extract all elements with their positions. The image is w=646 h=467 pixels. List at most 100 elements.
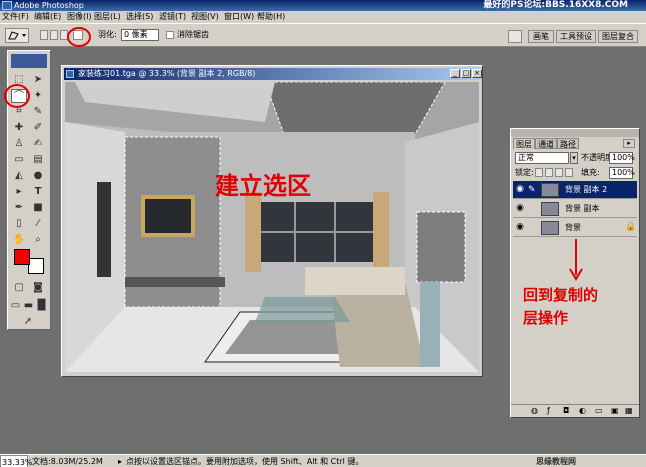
dodge-tool-icon[interactable]: ● — [30, 169, 46, 183]
trash-icon[interactable]: ▦ — [625, 406, 633, 415]
file-browser-icon[interactable] — [508, 30, 522, 43]
clone-stamp-icon[interactable]: ♙ — [11, 137, 27, 151]
shape-tool-icon[interactable]: ■ — [30, 201, 46, 215]
arrow-annotation — [569, 239, 583, 281]
lock-pixels-icon[interactable] — [545, 168, 553, 177]
screen-mode-full-menu-icon[interactable]: ▬ — [22, 299, 35, 313]
polygonal-lasso-icon — [8, 31, 26, 40]
tab-layers[interactable]: 图层 — [513, 138, 535, 149]
layer-thumbnail — [541, 202, 559, 216]
magic-wand-icon[interactable]: ✦ — [30, 89, 46, 103]
menu-image[interactable]: 图像(I) — [67, 11, 92, 23]
foreground-color-swatch[interactable] — [14, 249, 30, 265]
eye-icon[interactable]: ◉ — [515, 222, 525, 233]
layer-style-icon[interactable]: ƒ — [547, 406, 550, 415]
hand-tool-icon[interactable]: ✋ — [11, 233, 27, 247]
tab-layer-comps[interactable]: 图层复合 — [598, 30, 638, 43]
minimize-button[interactable]: _ — [450, 69, 460, 78]
adobe-online-icon[interactable] — [11, 54, 47, 68]
menu-view[interactable]: 视图(V) — [191, 11, 219, 23]
app-title: Adobe Photoshop — [14, 1, 84, 10]
layers-panel: 图层 通道 路径 ▸ 正常 ▾ 不透明度: 100% 锁定: 填充: 100% … — [510, 128, 640, 418]
new-group-icon[interactable]: ▭ — [595, 406, 603, 415]
image-canvas[interactable]: 建立选区 — [65, 82, 479, 372]
history-brush-icon[interactable]: ✍ — [30, 137, 46, 151]
crop-tool-icon[interactable]: ⌗ — [11, 105, 27, 119]
layer-annotation-line1: 回到复制的 — [523, 286, 599, 304]
fill-input[interactable]: 100% — [609, 167, 635, 179]
pen-tool-icon[interactable]: ✒ — [11, 201, 27, 215]
menu-edit[interactable]: 编辑(E) — [34, 11, 61, 23]
lock-position-icon[interactable] — [555, 168, 563, 177]
feather-input[interactable]: 0 像素 — [121, 29, 159, 41]
blur-tool-icon[interactable]: ◭ — [11, 169, 27, 183]
move-tool-icon[interactable]: ➤ — [30, 73, 46, 87]
eye-icon[interactable]: ◉ — [515, 203, 525, 214]
notes-tool-icon[interactable]: ▯ — [11, 217, 27, 231]
zoom-tool-icon[interactable]: ⌕ — [30, 233, 46, 247]
layer-mask-icon[interactable]: ◘ — [563, 406, 569, 415]
layer-name: 背景 — [565, 223, 581, 232]
lock-transparency-icon[interactable] — [535, 168, 543, 177]
healing-brush-icon[interactable]: ✚ — [11, 121, 27, 135]
imageready-icon[interactable]: ➚ — [20, 315, 36, 329]
menu-bar: 文件(F) 编辑(E) 图像(I) 图层(L) 选择(S) 滤镜(T) 视图(V… — [0, 11, 646, 23]
tool-preset-picker[interactable] — [5, 28, 29, 43]
layer-row-bg-copy[interactable]: ◉ 背景 副本 — [513, 200, 637, 218]
forum-watermark: 最好的PS论坛:BBS.16XX8.COM — [483, 0, 628, 10]
lock-all-icon[interactable] — [565, 168, 573, 177]
menu-file[interactable]: 文件(F) — [2, 11, 29, 23]
blend-mode-select[interactable]: 正常 — [515, 152, 569, 164]
screen-mode-standard-icon[interactable]: ▭ — [9, 299, 22, 313]
photoshop-doc-icon — [66, 70, 74, 78]
type-tool-icon[interactable]: T — [30, 185, 46, 199]
eyedropper-icon[interactable]: ⁄ — [30, 217, 46, 231]
lock-icon: 🔒 — [625, 222, 637, 232]
standard-mode-icon[interactable]: ▢ — [11, 281, 27, 295]
close-button[interactable]: × — [472, 69, 482, 78]
chevron-down-icon[interactable]: ▾ — [570, 152, 578, 164]
opacity-input[interactable]: 100% — [609, 152, 635, 164]
eye-icon[interactable]: ◉ — [515, 184, 525, 195]
lock-label: 锁定: — [515, 168, 534, 177]
antialias-label: 消除锯齿 — [177, 30, 209, 39]
arrow-icon[interactable]: ▸ — [118, 455, 122, 467]
screen-mode-full-icon[interactable]: █ — [35, 299, 48, 313]
brush-tool-icon[interactable]: ✐ — [30, 121, 46, 135]
tab-brushes[interactable]: 画笔 — [528, 30, 554, 43]
slice-tool-icon[interactable]: ✎ — [30, 105, 46, 119]
panel-grip[interactable] — [511, 129, 639, 137]
quickmask-mode-icon[interactable]: ◙ — [30, 281, 46, 295]
options-bar: 羽化: 0 像素 消除锯齿 画笔 工具预设 图层复合 — [0, 23, 646, 47]
status-bar: 33.33% 文档:8.03M/25.2M ▸ 点按以设置选区锚点。要用附加选项… — [0, 454, 646, 467]
layer-row-bg-copy-2[interactable]: ◉ ✎ 背景 副本 2 — [513, 181, 637, 199]
panel-menu-icon[interactable]: ▸ — [623, 139, 635, 148]
menu-layer[interactable]: 图层(L) — [94, 11, 121, 23]
new-layer-icon[interactable]: ▣ — [611, 406, 619, 415]
layer-name: 背景 副本 — [565, 204, 600, 213]
link-layers-icon[interactable]: ◍ — [531, 406, 538, 415]
maximize-button[interactable]: □ — [461, 69, 471, 78]
document-window: 家装练习01.tga @ 33.3% (背景 副本 2, RGB/8) _ □ … — [61, 65, 483, 377]
menu-help[interactable]: 帮助(H) — [257, 11, 285, 23]
site-watermark: 思缘教程网 www.missyuan.com — [536, 457, 576, 466]
new-selection-icon[interactable] — [40, 30, 48, 40]
tab-tool-presets[interactable]: 工具预设 — [556, 30, 596, 43]
layer-row-background[interactable]: ◉ 背景 🔒 — [513, 219, 637, 237]
zoom-field[interactable]: 33.33% — [0, 455, 33, 467]
tab-channels[interactable]: 通道 — [535, 138, 557, 149]
toolbox: ⬚ ➤ ⌒ ✦ ⌗ ✎ ✚ ✐ ♙ ✍ ▭ ▤ ◭ ● ▸ T ✒ ■ ▯ ⁄ … — [4, 50, 51, 330]
adjustment-layer-icon[interactable]: ◐ — [579, 406, 586, 415]
menu-select[interactable]: 选择(S) — [126, 11, 153, 23]
tab-paths[interactable]: 路径 — [557, 138, 579, 149]
document-title-bar[interactable]: 家装练习01.tga @ 33.3% (背景 副本 2, RGB/8) _ □ … — [64, 68, 482, 80]
menu-filter[interactable]: 滤镜(T) — [159, 11, 186, 23]
background-color-swatch[interactable] — [28, 258, 44, 274]
antialias-checkbox[interactable] — [166, 31, 174, 39]
gradient-tool-icon[interactable]: ▤ — [30, 153, 46, 167]
menu-window[interactable]: 窗口(W) — [224, 11, 254, 23]
path-select-icon[interactable]: ▸ — [11, 185, 27, 199]
selection-annotation: 建立选区 — [215, 171, 311, 200]
add-selection-icon[interactable] — [50, 30, 58, 40]
eraser-tool-icon[interactable]: ▭ — [11, 153, 27, 167]
